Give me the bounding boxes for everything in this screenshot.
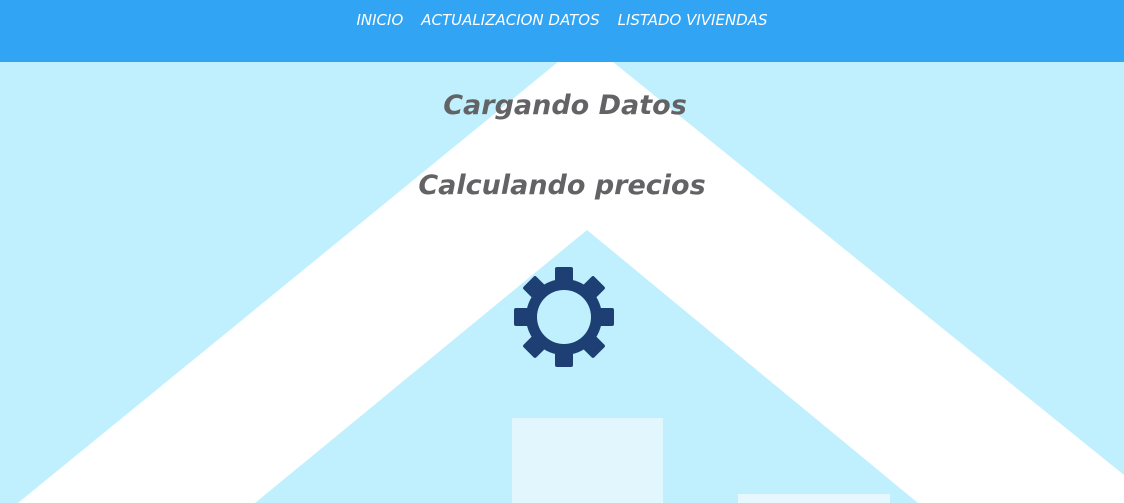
gear-icon — [514, 267, 614, 367]
top-navigation-bar: INICIO ACTUALIZACION DATOS LISTADO VIVIE… — [0, 0, 1124, 62]
nav-link-inicio[interactable]: INICIO — [356, 12, 403, 28]
house-window — [738, 494, 890, 503]
house-background-illustration — [18, 62, 1124, 503]
nav-link-actualizacion-datos[interactable]: ACTUALIZACION DATOS — [421, 12, 599, 28]
loading-data-heading: Cargando Datos — [443, 90, 687, 121]
nav-link-listado-viviendas[interactable]: LISTADO VIVIENDAS — [618, 12, 768, 28]
house-door — [512, 418, 663, 503]
calculating-prices-heading: Calculando precios — [418, 170, 706, 201]
